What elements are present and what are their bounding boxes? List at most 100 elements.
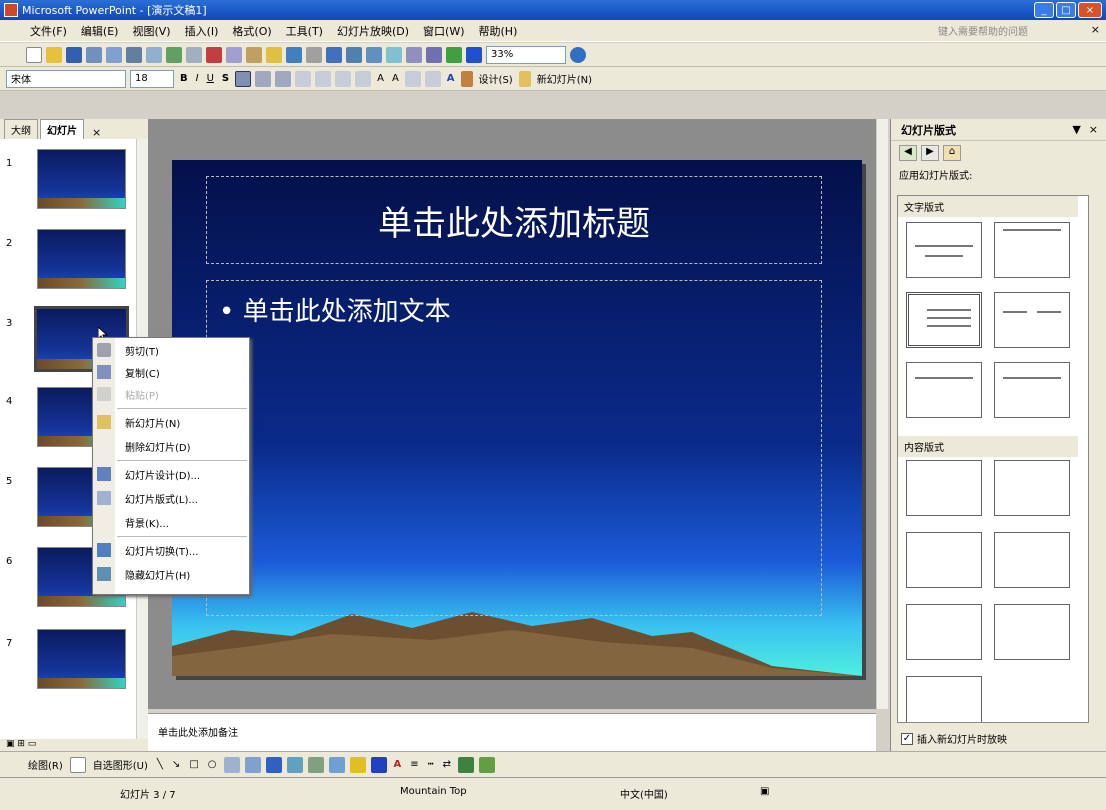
menu-slideshow[interactable]: 幻灯片放映(D): [337, 23, 409, 39]
slide-thumbnail[interactable]: [37, 229, 126, 289]
pane-close-icon[interactable]: ×: [92, 126, 101, 139]
clip-art-icon[interactable]: [307, 756, 324, 773]
fill-color-icon[interactable]: [349, 756, 366, 773]
bold-icon[interactable]: B: [178, 73, 190, 84]
permission-icon[interactable]: [86, 46, 102, 63]
menu-edit[interactable]: 编辑(E): [81, 23, 119, 39]
italic-icon[interactable]: I: [194, 73, 201, 84]
arrow-style-icon[interactable]: ⇄: [441, 759, 453, 770]
tab-outline[interactable]: 大纲: [4, 119, 38, 139]
layout-title-and-content[interactable]: [906, 532, 982, 588]
cut-icon[interactable]: [206, 46, 222, 63]
slide-scrollbar[interactable]: [876, 119, 888, 709]
layout-title-two-and-content[interactable]: [994, 604, 1070, 660]
menu-item-background[interactable]: 背景(K)...: [93, 512, 249, 532]
layout-content[interactable]: [994, 460, 1070, 516]
draw-font-color-icon[interactable]: A: [392, 759, 404, 770]
back-icon[interactable]: ◀: [899, 145, 917, 161]
expand-icon[interactable]: [406, 46, 422, 63]
menu-tools[interactable]: 工具(T): [286, 23, 323, 39]
font-color-icon[interactable]: A: [445, 73, 457, 84]
paste-icon[interactable]: [246, 46, 262, 63]
email-icon[interactable]: [106, 46, 122, 63]
font-select[interactable]: 宋体: [6, 69, 126, 88]
task-pane-close-icon[interactable]: ×: [1089, 123, 1098, 136]
menu-item-hide-slide[interactable]: 隐藏幻灯片(H): [93, 564, 249, 584]
zoom-select[interactable]: 33%: [486, 45, 566, 64]
show-on-insert-checkbox[interactable]: ✓: [901, 732, 913, 745]
color-grayscale-icon[interactable]: [466, 46, 482, 63]
layout-title-and-four-content[interactable]: [906, 676, 982, 722]
chart-icon[interactable]: [326, 46, 342, 63]
spelling-icon[interactable]: [166, 46, 182, 63]
undo-icon[interactable]: [286, 46, 302, 63]
menu-view[interactable]: 视图(V): [132, 23, 170, 39]
grid-icon[interactable]: [446, 46, 462, 63]
notes-pane[interactable]: 单击此处添加备注: [148, 713, 876, 751]
rectangle-icon[interactable]: □: [187, 759, 200, 770]
wordart-icon[interactable]: [265, 756, 282, 773]
research-icon[interactable]: [186, 46, 202, 63]
show-formatting-icon[interactable]: [426, 46, 442, 63]
forward-icon[interactable]: ▶: [921, 145, 939, 161]
view-buttons[interactable]: ▣ ⊞ ▭: [0, 739, 148, 751]
3d-style-icon[interactable]: [479, 756, 496, 773]
align-left-icon[interactable]: [235, 70, 252, 87]
align-center-icon[interactable]: [255, 70, 272, 87]
grow-font-icon[interactable]: A: [375, 73, 386, 84]
select-objects-icon[interactable]: [69, 756, 86, 773]
print-icon[interactable]: [126, 46, 142, 63]
menu-item-new-slide[interactable]: 新幻灯片(N): [93, 412, 249, 432]
menu-item-delete-slide[interactable]: 删除幻灯片(D): [93, 436, 249, 456]
layout-vertical-title-and-text[interactable]: [994, 362, 1070, 418]
menu-item-copy[interactable]: 复制(C): [93, 362, 249, 382]
hyperlink-icon[interactable]: [386, 46, 402, 63]
help-search-input[interactable]: 键入需要帮助的问题: [938, 23, 1078, 39]
menu-file[interactable]: 文件(F): [30, 23, 67, 39]
bullets-icon[interactable]: [355, 70, 372, 87]
line-style-icon[interactable]: ≡: [408, 759, 420, 770]
layout-title-only[interactable]: [994, 222, 1070, 278]
draw-menu-button[interactable]: 绘图(R): [26, 757, 65, 772]
distributed-icon[interactable]: [315, 70, 332, 87]
text-box-icon[interactable]: [223, 756, 240, 773]
help-icon[interactable]: [570, 46, 586, 63]
line-icon[interactable]: ╲: [155, 759, 165, 770]
copy-icon[interactable]: [226, 46, 242, 63]
maximize-button[interactable]: □: [1056, 2, 1076, 18]
new-slide-button[interactable]: 新幻灯片(N): [535, 71, 594, 86]
dash-style-icon[interactable]: ┅: [426, 759, 436, 770]
vertical-text-box-icon[interactable]: [244, 756, 261, 773]
minimize-button[interactable]: _: [1034, 2, 1054, 18]
close-window-button[interactable]: ×: [1078, 2, 1102, 18]
oval-icon[interactable]: ○: [206, 759, 219, 770]
print-preview-icon[interactable]: [146, 46, 162, 63]
layout-title-slide[interactable]: [906, 222, 982, 278]
layout-title-and-two-content[interactable]: [994, 532, 1070, 588]
menu-window[interactable]: 窗口(W): [423, 23, 464, 39]
layout-blank[interactable]: [906, 460, 982, 516]
format-painter-icon[interactable]: [266, 46, 282, 63]
insert-picture-icon[interactable]: [366, 46, 382, 63]
increase-indent-icon[interactable]: [424, 70, 441, 87]
align-right-icon[interactable]: [275, 70, 292, 87]
menu-help[interactable]: 帮助(H): [479, 23, 518, 39]
underline-icon[interactable]: U: [205, 73, 216, 84]
slide-thumbnail[interactable]: [37, 149, 126, 209]
layout-title-and-text[interactable]: [906, 292, 982, 348]
font-size-select[interactable]: 18: [130, 69, 174, 88]
save-icon[interactable]: [66, 46, 82, 63]
picture-icon[interactable]: [328, 756, 345, 773]
tab-slides[interactable]: 幻灯片: [40, 119, 84, 139]
title-placeholder[interactable]: 单击此处添加标题: [206, 176, 822, 264]
new-icon[interactable]: [26, 46, 42, 63]
task-pane-dropdown-icon[interactable]: ▼: [1072, 123, 1080, 136]
arrow-icon[interactable]: ↘: [170, 759, 182, 770]
show-on-insert-option[interactable]: ✓ 插入新幻灯片时放映: [901, 731, 1007, 746]
body-placeholder[interactable]: • 单击此处添加文本: [206, 280, 822, 616]
layout-title-and-vertical-text[interactable]: [906, 362, 982, 418]
autoshapes-button[interactable]: 自选图形(U): [91, 757, 150, 772]
menu-item-cut[interactable]: 剪切(T): [93, 340, 249, 360]
menu-item-slide-layout[interactable]: 幻灯片版式(L)...: [93, 488, 249, 508]
numbering-icon[interactable]: [335, 70, 352, 87]
